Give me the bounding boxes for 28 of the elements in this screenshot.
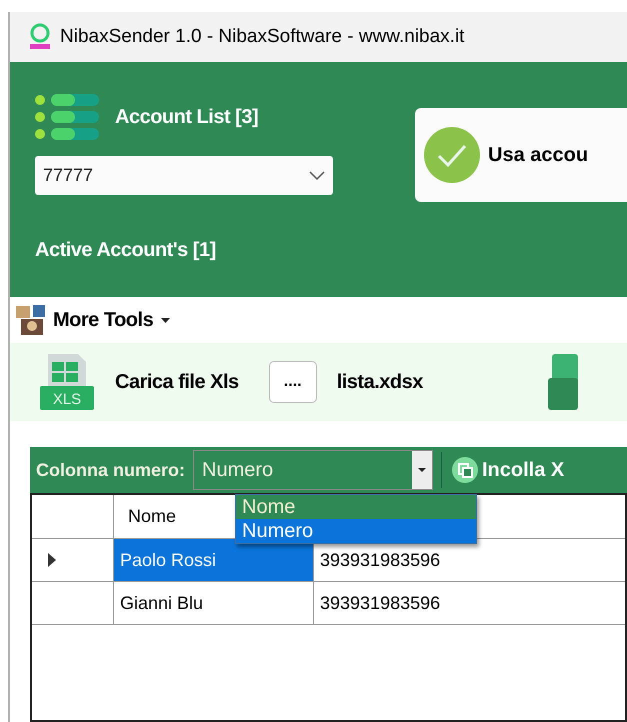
logo-icon (28, 23, 52, 51)
table-cell: Gianni Blu (114, 582, 314, 624)
paste-icon (452, 457, 478, 483)
table-row[interactable]: Gianni Blu 393931983596 (32, 582, 625, 625)
table-cell-text: 393931983596 (319, 592, 440, 614)
paste-button[interactable]: Incolla X (452, 455, 564, 485)
more-tools-menu[interactable]: More Tools (53, 305, 170, 335)
file-name: lista.xdsx (336, 370, 423, 395)
active-accounts-label: Active Account's [1] (35, 238, 217, 263)
dropdown-option[interactable]: Nome (236, 495, 476, 519)
account-combo[interactable]: 77777 (35, 156, 333, 195)
use-account-card[interactable]: Usa accou (415, 108, 627, 202)
chevron-down-icon (309, 170, 325, 180)
dropdown-arrow-button[interactable] (412, 451, 432, 489)
load-file-label: Carica file Xls (115, 370, 239, 395)
column-label: Colonna numero: (36, 458, 185, 482)
list-icon (35, 94, 99, 140)
table-cell-text: 393931983596 (319, 548, 440, 572)
current-row-icon (48, 553, 56, 567)
column-combo[interactable]: Numero (193, 450, 433, 490)
dropdown-option[interactable]: Numero (236, 519, 476, 543)
table-cell: Paolo Rossi (114, 539, 314, 581)
caret-icon (418, 468, 426, 472)
account-list-title: Account List [3] (115, 105, 258, 130)
browse-button[interactable]: .... (268, 361, 317, 403)
check-icon (424, 127, 480, 183)
window-title: NibaxSender 1.0 - NibaxSoftware - www.nibax.it (60, 24, 464, 49)
caret-icon (161, 318, 170, 322)
